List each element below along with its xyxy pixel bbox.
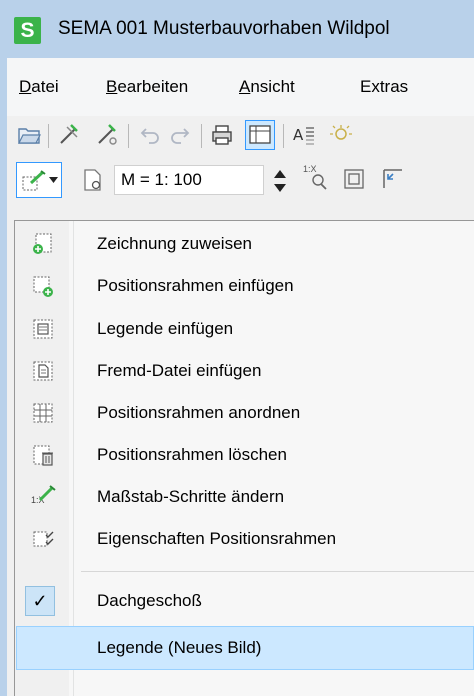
menu-extras[interactable]: Extras — [360, 77, 408, 97]
menu-item-label: Positionsrahmen löschen — [97, 445, 287, 464]
chevron-down-icon — [49, 177, 58, 183]
main-toolbar: A — [7, 116, 474, 158]
print-icon[interactable] — [210, 123, 234, 147]
scale-step-search-icon[interactable]: 1:X — [303, 164, 331, 194]
menu-item-label: Positionsrahmen einfügen — [97, 276, 294, 295]
frame-menu-dropdown-button[interactable] — [16, 162, 62, 198]
menu-item-label: Fremd-Datei einfügen — [97, 361, 262, 380]
scale-steps-icon: 1:X — [31, 485, 56, 509]
frame-dropdown-menu: Zeichnung zuweisen Positionsrahmen einfü… — [14, 220, 474, 696]
toolbar-separator — [201, 124, 202, 148]
svg-text:A: A — [293, 126, 304, 144]
page-settings-icon[interactable] — [81, 168, 105, 192]
window-title: SEMA 001 Musterbauvorhaben Wildpol — [58, 18, 390, 39]
scale-input[interactable]: M = 1: 100 — [114, 165, 264, 195]
text-format-icon[interactable]: A — [292, 123, 316, 147]
toolbar-separator — [283, 124, 284, 148]
open-folder-icon[interactable] — [17, 123, 41, 147]
menu-item-positionsrahmen-loeschen[interactable]: Positionsrahmen löschen — [15, 434, 474, 476]
menu-item-dachgeschoss[interactable]: ✓ Dachgeschoß — [15, 580, 474, 622]
frame-tool-icon — [22, 170, 46, 191]
app-icon[interactable]: S — [14, 17, 41, 44]
pencil-icon — [38, 485, 56, 502]
menu-datei[interactable]: Datei — [19, 77, 59, 97]
delete-frame-icon — [33, 445, 53, 466]
menu-item-eigenschaften-positionsrahmen[interactable]: Eigenschaften Positionsrahmen — [15, 518, 474, 560]
menu-item-label: Dachgeschoß — [97, 591, 202, 610]
menu-item-label: Eigenschaften Positionsrahmen — [97, 529, 337, 548]
corner-frame-icon[interactable] — [381, 167, 405, 191]
undo-icon[interactable] — [137, 123, 161, 147]
menu-ansicht[interactable]: Ansicht — [239, 77, 295, 97]
menu-item-label: Positionsrahmen anordnen — [97, 403, 301, 422]
insert-legend-icon — [33, 319, 53, 339]
insert-file-icon — [33, 361, 53, 381]
menu-item-fremd-datei-einfuegen[interactable]: Fremd-Datei einfügen — [15, 350, 474, 392]
menu-item-zeichnung-zuweisen[interactable]: Zeichnung zuweisen — [15, 223, 474, 265]
magnifier-icon — [312, 174, 327, 190]
menu-item-label: Zeichnung zuweisen — [97, 234, 252, 253]
menu-bearbeiten[interactable]: Bearbeiten — [106, 77, 188, 97]
cut-icon[interactable] — [57, 123, 81, 147]
menu-item-positionsrahmen-anordnen[interactable]: Positionsrahmen anordnen — [15, 392, 474, 434]
menu-item-legende-neues-bild[interactable]: Legende (Neues Bild) — [16, 626, 474, 670]
layout-view-icon[interactable] — [245, 120, 275, 150]
menu-item-label: Legende einfügen — [97, 319, 234, 338]
frame-properties-icon — [33, 531, 54, 547]
menu-item-positionsrahmen-einfuegen[interactable]: Positionsrahmen einfügen — [15, 265, 474, 307]
insert-frame-icon — [33, 276, 53, 297]
drawing-toolbar: M = 1: 100 1:X — [7, 158, 474, 202]
check-icon: ✓ — [25, 586, 55, 616]
menu-separator — [81, 571, 474, 572]
fit-frame-icon[interactable] — [342, 167, 366, 191]
menu-bar: Datei Bearbeiten Ansicht Extras — [7, 58, 474, 116]
light-icon[interactable] — [329, 123, 353, 147]
redo-icon[interactable] — [169, 123, 193, 147]
toolbar-separator — [48, 124, 49, 148]
toolbar-separator — [128, 124, 129, 148]
menu-item-label: Maßstab-Schritte ändern — [97, 487, 285, 506]
arrange-frames-icon — [33, 403, 53, 423]
title-bar[interactable]: S SEMA 001 Musterbauvorhaben Wildpol — [0, 0, 474, 58]
assign-drawing-icon — [33, 233, 52, 254]
edit-icon[interactable] — [95, 123, 119, 147]
scale-spinner[interactable] — [273, 168, 287, 194]
menu-item-legende-einfuegen[interactable]: Legende einfügen — [15, 308, 474, 350]
menu-item-label: Legende (Neues Bild) — [97, 638, 262, 657]
menu-item-massstab-schritte-aendern[interactable]: 1:X Maßstab-Schritte ändern — [15, 476, 474, 518]
